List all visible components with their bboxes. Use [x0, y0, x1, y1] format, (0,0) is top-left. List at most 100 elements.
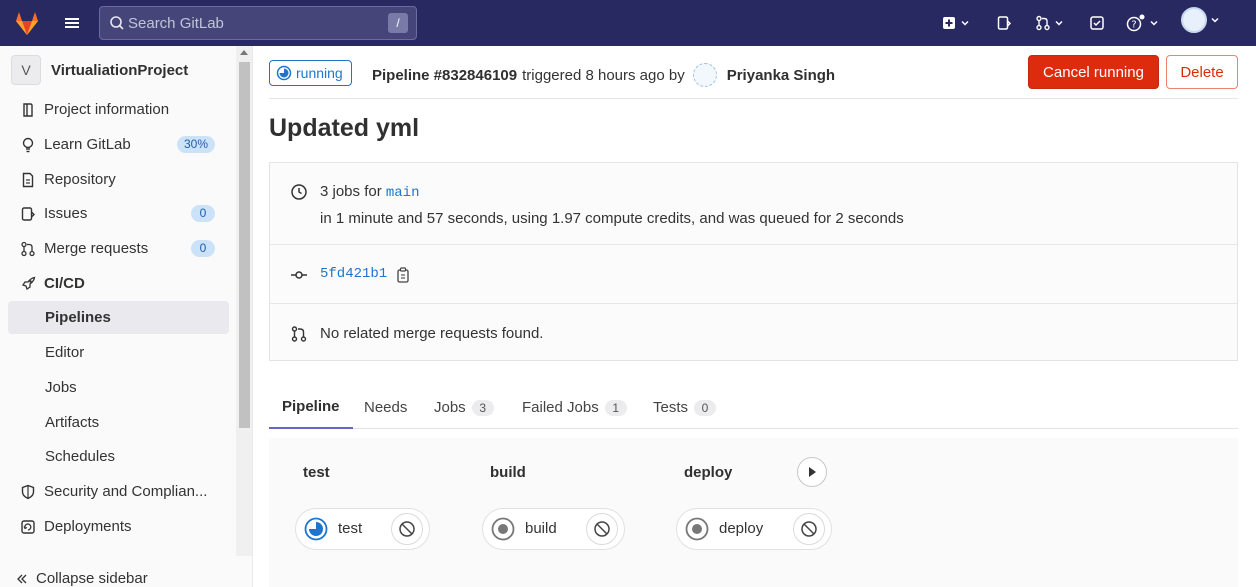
svg-text:?: ? — [1131, 20, 1136, 31]
search-box[interactable]: / — [99, 6, 417, 40]
project-avatar: V — [11, 55, 41, 85]
pipeline-graph: test build deploy test build deploy — [269, 438, 1238, 587]
sidebar-subitem-schedules[interactable]: Schedules — [8, 440, 229, 473]
project-name: VirtualiationProject — [51, 61, 189, 79]
issues-icon — [997, 16, 1012, 30]
tab-label: Tests — [653, 399, 689, 416]
pipeline-duration-text: in 1 minute and 57 seconds, using 1.97 c… — [320, 210, 904, 227]
sidebar-subitem-jobs[interactable]: Jobs — [8, 371, 229, 404]
merge-requests-dropdown[interactable] — [1035, 12, 1064, 34]
cancel-job-button[interactable] — [793, 513, 825, 545]
pipeline-tabs: Pipeline Needs Jobs 3 Failed Jobs 1 Test… — [269, 386, 1238, 429]
tab-failed-jobs[interactable]: Failed Jobs 1 — [522, 386, 627, 429]
branch-link[interactable]: main — [386, 185, 420, 201]
no-merge-requests-text: No related merge requests found. — [320, 325, 544, 342]
chevron-down-icon — [961, 20, 969, 26]
info-divider — [270, 303, 1237, 304]
tab-tests[interactable]: Tests 0 — [653, 386, 717, 429]
sidebar-item-security-compliance[interactable]: Security and Complian... — [8, 475, 229, 508]
pipeline-info-box: 3 jobs for main in 1 minute and 57 secon… — [269, 162, 1238, 361]
sidebar-subitem-artifacts[interactable]: Artifacts — [8, 406, 229, 439]
issues-count-badge: 0 — [191, 205, 215, 222]
sidebar-item-label: Project information — [44, 101, 170, 118]
todo-icon — [1090, 16, 1104, 30]
issues-shortcut[interactable] — [996, 12, 1012, 34]
job-name: build — [525, 520, 557, 537]
sidebar-item-label: Learn GitLab — [44, 136, 131, 153]
stage-title-test: test — [303, 464, 330, 481]
sidebar-subitem-pipelines[interactable]: Pipelines — [8, 301, 229, 334]
delete-pipeline-button[interactable]: Delete — [1166, 55, 1238, 89]
merge-request-icon — [1036, 15, 1050, 31]
cancel-icon — [399, 521, 415, 537]
merge-request-icon — [21, 241, 35, 256]
sidebar-item-merge-requests[interactable]: Merge requests 0 — [8, 232, 229, 265]
create-new-dropdown[interactable] — [941, 12, 970, 34]
stage-title-deploy: deploy — [684, 464, 733, 481]
cancel-icon — [594, 521, 610, 537]
cancel-running-button[interactable]: Cancel running — [1028, 55, 1159, 89]
job-name: test — [338, 520, 363, 537]
status-running-icon — [304, 517, 328, 541]
play-icon — [809, 467, 816, 477]
rocket-icon — [21, 276, 36, 290]
sidebar-item-deployments[interactable]: Deployments — [8, 510, 229, 543]
scroll-up-arrow-icon[interactable] — [240, 50, 248, 55]
job-build[interactable]: build — [482, 508, 625, 550]
sidebar-item-learn-gitlab[interactable]: Learn GitLab 30% — [8, 128, 229, 161]
help-dropdown[interactable]: ? — [1126, 12, 1159, 34]
collapse-sidebar-button[interactable]: Collapse sidebar — [16, 570, 148, 587]
search-input[interactable] — [128, 7, 378, 39]
main-content: running Pipeline #832846109 triggered 8 … — [253, 46, 1256, 587]
merge-request-icon — [291, 326, 307, 342]
help-icon: ? — [1126, 14, 1145, 32]
collapse-sidebar-label: Collapse sidebar — [36, 570, 148, 587]
top-navigation-bar: / ? — [0, 0, 1256, 46]
pipeline-status-badge[interactable]: running — [269, 60, 352, 86]
clock-icon — [291, 184, 307, 200]
jobs-count-line: 3 jobs for main — [320, 183, 904, 201]
gitlab-logo-icon[interactable] — [13, 9, 41, 37]
chevron-down-icon — [1055, 20, 1063, 26]
user-menu[interactable] — [1181, 7, 1220, 33]
tab-label: Needs — [364, 399, 408, 416]
shield-icon — [21, 484, 35, 499]
sidebar-subitem-editor[interactable]: Editor — [8, 336, 229, 369]
todo-shortcut[interactable] — [1089, 12, 1105, 34]
tab-pipeline[interactable]: Pipeline — [269, 386, 353, 429]
job-deploy[interactable]: deploy — [676, 508, 832, 550]
hamburger-menu-icon[interactable] — [62, 13, 82, 33]
pipeline-user-name[interactable]: Priyanka Singh — [727, 67, 835, 84]
sidebar-item-ci-cd[interactable]: CI/CD — [8, 267, 229, 300]
user-avatar-icon — [1181, 7, 1207, 33]
pipeline-status-text: running — [296, 65, 343, 81]
sidebar-item-label: Merge requests — [44, 240, 149, 257]
sidebar-scrollbar-thumb[interactable] — [239, 62, 250, 428]
cancel-job-button[interactable] — [391, 513, 423, 545]
chevron-down-icon — [1150, 20, 1158, 26]
tab-label: Failed Jobs — [522, 399, 599, 416]
project-header[interactable]: V VirtualiationProject — [11, 54, 188, 86]
tab-needs[interactable]: Needs — [364, 386, 407, 429]
job-test[interactable]: test — [295, 508, 430, 550]
plus-square-icon — [943, 17, 955, 29]
cancel-job-button[interactable] — [586, 513, 618, 545]
search-icon — [110, 16, 124, 30]
tab-jobs[interactable]: Jobs 3 — [434, 386, 494, 429]
commit-icon — [291, 271, 307, 279]
user-avatar-icon[interactable] — [692, 63, 717, 87]
sidebar-item-repository[interactable]: Repository — [8, 163, 229, 196]
info-divider — [270, 244, 1237, 245]
page-title: Updated yml — [269, 114, 420, 142]
status-running-icon — [276, 65, 292, 81]
sidebar-item-issues[interactable]: Issues 0 — [8, 197, 229, 230]
tab-count-badge: 3 — [471, 399, 494, 416]
commit-sha-link[interactable]: 5fd421b1 — [320, 266, 387, 282]
sidebar-item-project-information[interactable]: Project information — [8, 93, 229, 126]
copy-icon[interactable] — [396, 267, 410, 283]
sidebar-item-label: Deployments — [44, 518, 132, 535]
merge-requests-count-badge: 0 — [191, 240, 215, 257]
sidebar-item-label: Artifacts — [45, 414, 100, 431]
play-deploy-stage-button[interactable] — [797, 457, 827, 487]
sidebar-item-label: Security and Complian... — [44, 483, 208, 500]
